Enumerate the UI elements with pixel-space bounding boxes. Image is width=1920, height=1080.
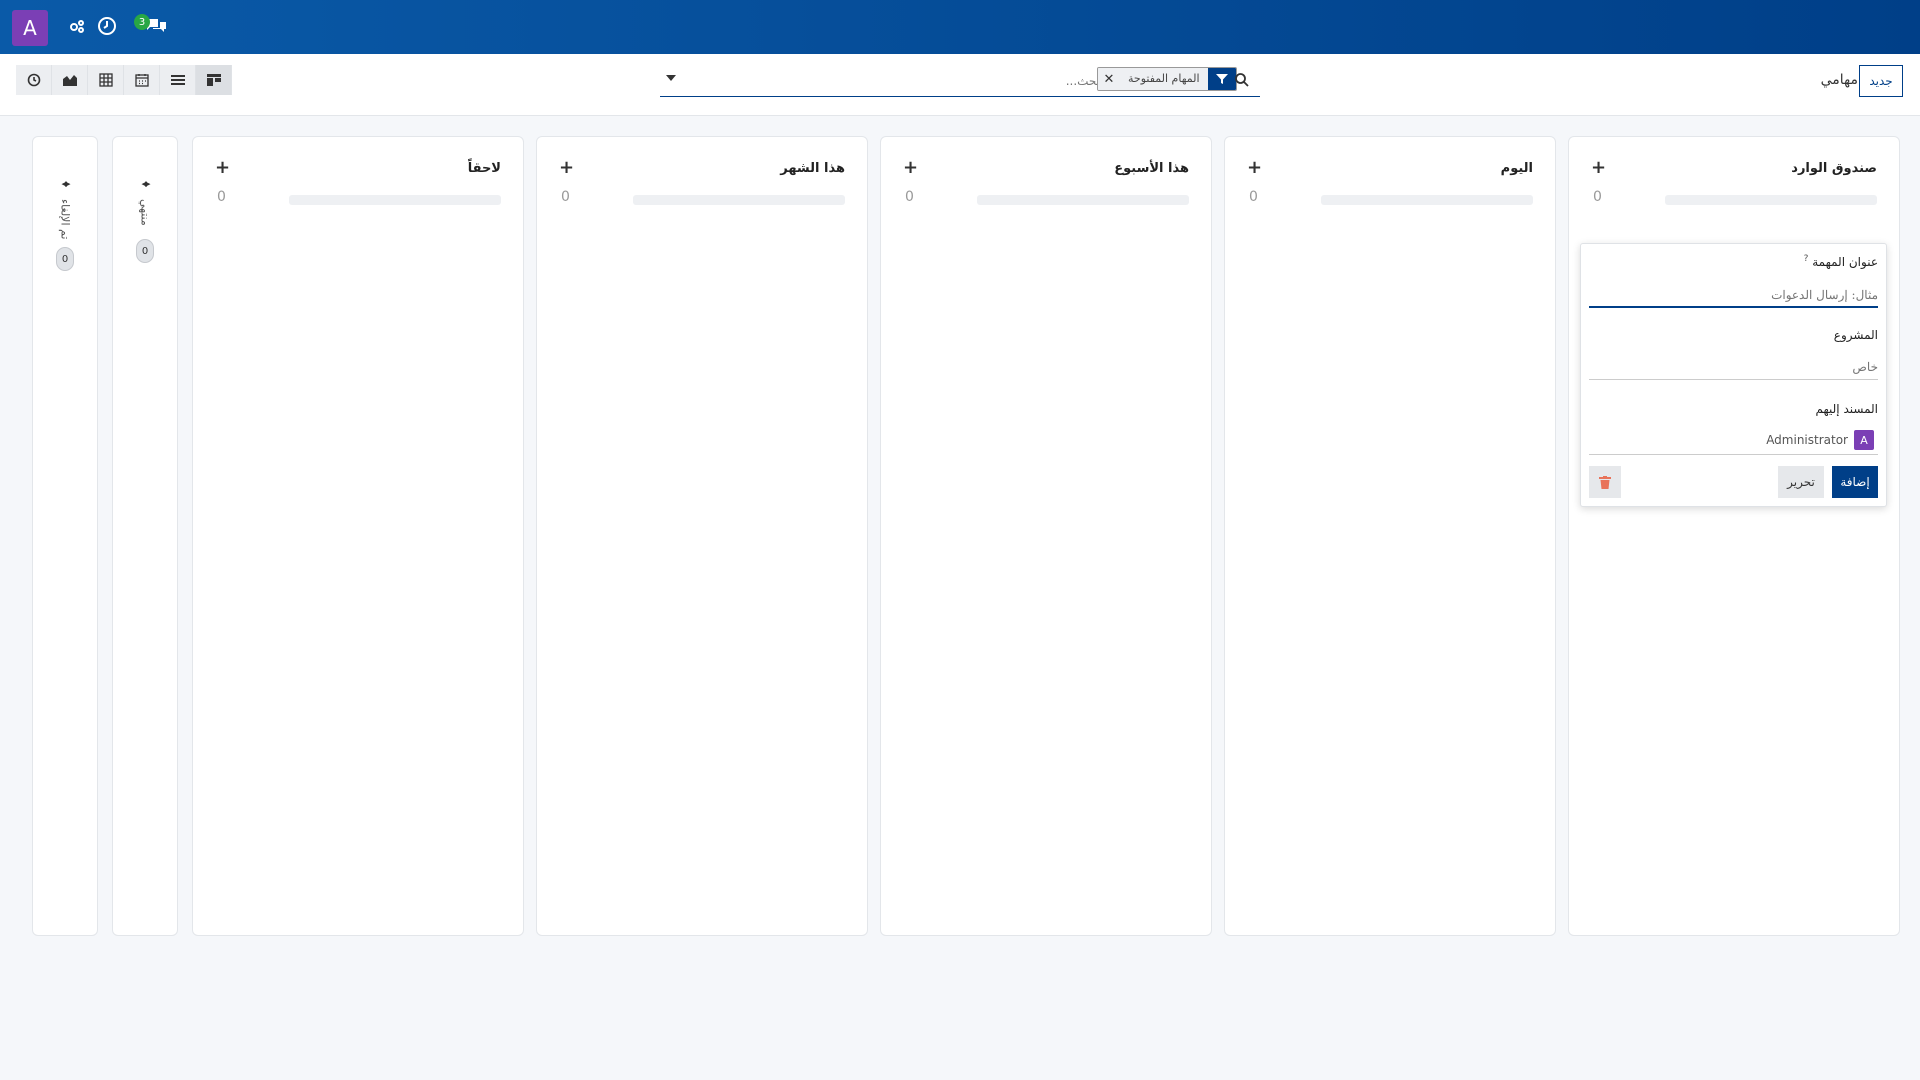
activity-view-button[interactable] (16, 65, 52, 95)
column-today: + اليوم 0 (1224, 136, 1556, 936)
view-switcher (16, 65, 232, 95)
column-title: هذا الشهر (780, 161, 845, 176)
column-progress-bar (1321, 195, 1533, 205)
calendar-view-button[interactable] (124, 65, 160, 95)
user-avatar[interactable]: A (12, 10, 48, 46)
column-count: 0 (217, 189, 226, 205)
messages-badge: 3 (134, 14, 150, 30)
column-done[interactable]: ◂▸ منتهي 0 (112, 136, 178, 936)
project-underline (1589, 379, 1878, 380)
column-this-week: + هذا الأسبوع 0 (880, 136, 1212, 936)
trash-icon (1599, 475, 1611, 489)
column-count: 0 (1249, 189, 1258, 205)
column-count: 0 (56, 247, 74, 271)
quick-create-card: عنوان المهمة ? المشروع المسند إليهم Admi… (1580, 243, 1887, 507)
edit-button[interactable]: تحرير (1778, 466, 1824, 498)
task-title-underline (1589, 306, 1878, 308)
kanban-icon (206, 74, 221, 86)
pivot-view-button[interactable] (88, 65, 124, 95)
add-task-button[interactable]: + (1591, 159, 1606, 177)
activity-icon (27, 73, 40, 87)
graph-icon (62, 75, 77, 86)
assignee-name: Administrator (1766, 433, 1848, 447)
delete-button[interactable] (1589, 466, 1621, 498)
column-progress-bar (633, 195, 845, 205)
project-input[interactable] (1589, 356, 1878, 378)
new-button[interactable]: جديد (1859, 65, 1903, 97)
column-title: تم الإلغاء (58, 199, 72, 240)
column-progress-bar (977, 195, 1189, 205)
search-options-toggle[interactable] (666, 75, 676, 81)
help-icon[interactable]: ? (1804, 254, 1809, 264)
breadcrumb: مهامي (1820, 72, 1858, 88)
column-count: 0 (1593, 189, 1602, 205)
calendar-icon (134, 74, 149, 87)
assignees-underline (1589, 454, 1878, 455)
column-progress-bar (1665, 195, 1877, 205)
list-view-button[interactable] (160, 65, 196, 95)
column-title: هذا الأسبوع (1114, 161, 1189, 176)
task-title-input[interactable] (1589, 284, 1878, 306)
graph-view-button[interactable] (52, 65, 88, 95)
pivot-icon (98, 73, 113, 87)
add-task-button[interactable]: + (559, 159, 574, 177)
control-panel: ✕ المهام المفتوحة مهامي جديد (0, 54, 1920, 116)
add-task-button[interactable]: + (215, 159, 230, 177)
column-count: 0 (136, 239, 154, 263)
column-title: اليوم (1500, 161, 1533, 176)
column-later: + لاحقاً 0 (192, 136, 524, 936)
add-task-button[interactable]: + (903, 159, 918, 177)
column-progress-bar (289, 195, 501, 205)
search-input[interactable] (690, 71, 1100, 91)
activity-icon[interactable] (66, 15, 88, 37)
top-navbar: A 3 (0, 0, 1920, 54)
clock-icon[interactable] (96, 15, 118, 37)
expand-arrows-icon[interactable]: ◂▸ (141, 177, 150, 190)
task-title-label: عنوان المهمة ? (1804, 254, 1878, 269)
assignee-tag[interactable]: Administrator A (1766, 430, 1874, 450)
assignee-avatar: A (1854, 430, 1874, 450)
add-task-button[interactable]: + (1247, 159, 1262, 177)
column-title: منتهي (138, 199, 152, 226)
column-count: 0 (905, 189, 914, 205)
expand-arrows-icon[interactable]: ◂▸ (61, 177, 70, 190)
list-icon (170, 75, 185, 85)
filter-icon (1207, 68, 1236, 90)
column-cancelled[interactable]: ◂▸ تم الإلغاء 0 (32, 136, 98, 936)
column-title: لاحقاً (467, 161, 501, 176)
remove-facet-button[interactable]: ✕ (1098, 68, 1120, 90)
add-button[interactable]: إضافة (1832, 466, 1878, 498)
column-this-month: + هذا الشهر 0 (536, 136, 868, 936)
project-label: المشروع (1833, 328, 1878, 342)
search-icon[interactable] (1234, 72, 1250, 88)
facet-label: المهام المفتوحة (1120, 68, 1208, 90)
task-title-label-text: عنوان المهمة (1812, 255, 1878, 269)
filter-facet: ✕ المهام المفتوحة (1097, 67, 1237, 91)
column-count: 0 (561, 189, 570, 205)
kanban-view-button[interactable] (196, 65, 232, 95)
column-title: صندوق الوارد (1791, 161, 1877, 176)
search-bar: ✕ المهام المفتوحة (660, 65, 1260, 97)
assignees-label: المسند إليهم (1815, 402, 1879, 416)
